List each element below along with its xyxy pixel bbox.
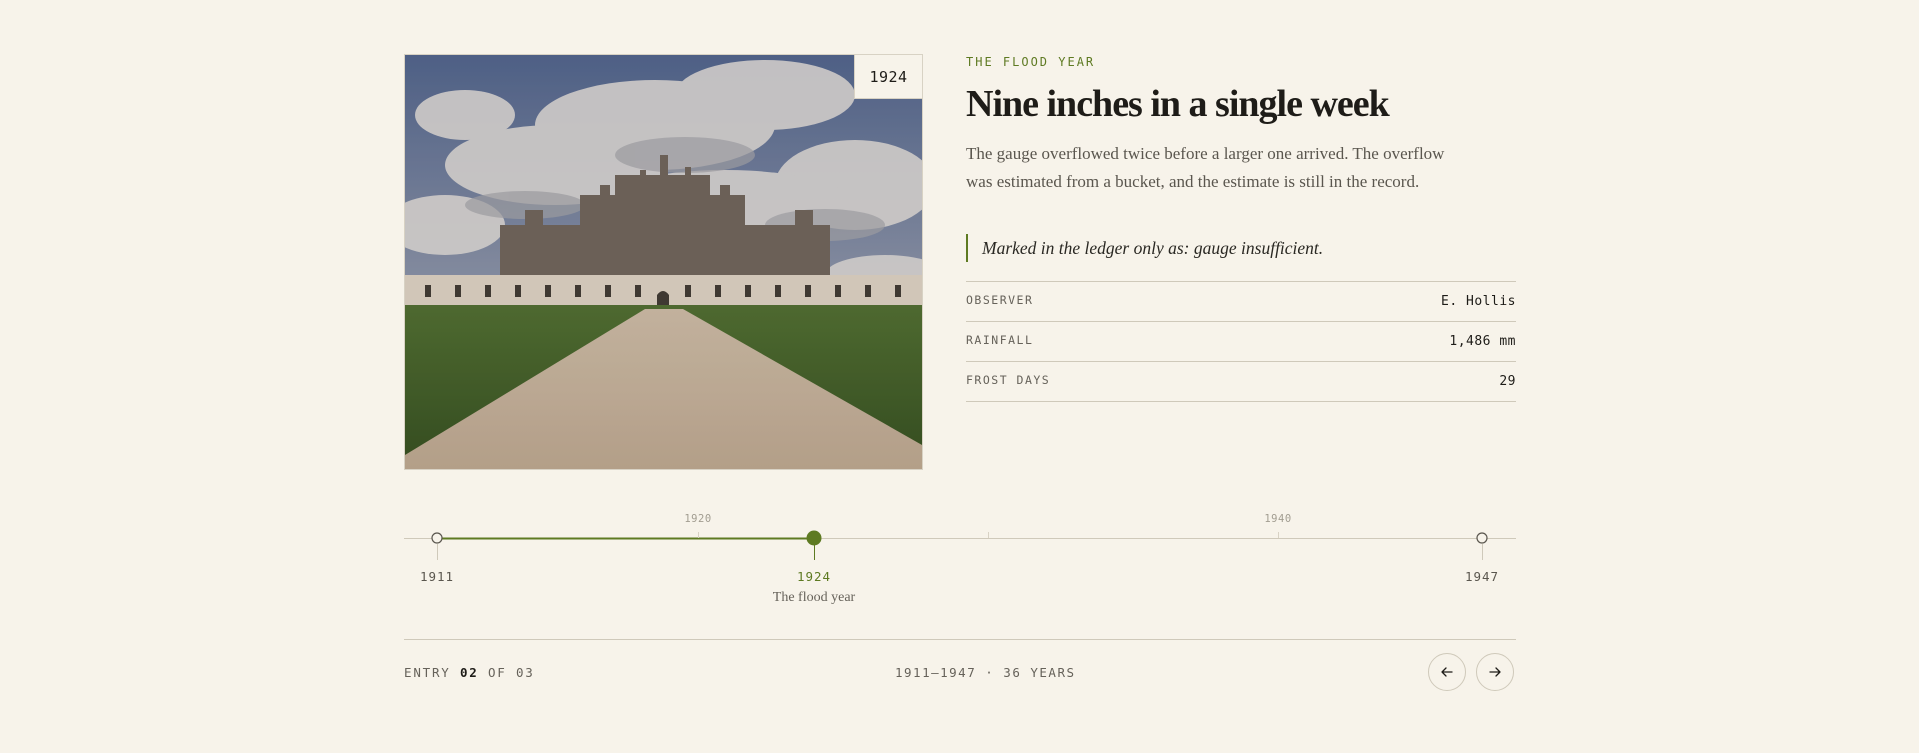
arrow-right-icon xyxy=(1489,667,1501,677)
timeline-track xyxy=(404,532,1516,560)
timeline-tick-label: 1940 xyxy=(1264,513,1292,525)
timeline-tick-label: 1920 xyxy=(684,513,712,525)
date-range: 1911–1947 · 36 YEARS xyxy=(895,665,1076,680)
entry-prefix: ENTRY xyxy=(404,665,451,680)
chateau-photo-image xyxy=(405,55,922,469)
timeline: 1920 1940 1911 1924 The flood year 1947 xyxy=(404,500,1516,610)
stat-row-observer: OBSERVER E. Hollis xyxy=(966,282,1516,322)
entry-kicker: THE FLOOD YEAR xyxy=(966,55,1096,69)
stat-row-rainfall: RAINFALL 1,486 mm xyxy=(966,322,1516,362)
previous-entry-button[interactable] xyxy=(1428,653,1466,691)
next-entry-button[interactable] xyxy=(1476,653,1514,691)
entry-total: 03 xyxy=(515,665,535,680)
entry-photo: 1924 xyxy=(404,54,923,470)
timeline-node-year-1947[interactable]: 1947 xyxy=(1465,569,1499,584)
timeline-node-year-1924[interactable]: 1924 xyxy=(797,569,831,584)
entry-current: 02 xyxy=(459,665,479,680)
stat-label: OBSERVER xyxy=(966,292,1034,307)
footer-divider xyxy=(404,639,1516,640)
timeline-node-caption: The flood year xyxy=(772,590,856,605)
stats-table: OBSERVER E. Hollis RAINFALL 1,486 mm FRO… xyxy=(966,281,1516,402)
entry-description: The gauge overflowed twice before a larg… xyxy=(966,144,1445,191)
stat-value: 1,486 mm xyxy=(1449,334,1516,349)
entry-counter: ENTRY 02 OF 03 xyxy=(404,665,535,680)
stat-value: 29 xyxy=(1499,374,1516,389)
entry-quote: Marked in the ledger only as: gauge insu… xyxy=(966,234,1323,262)
stat-row-frost-days: FROST DAYS 29 xyxy=(966,362,1516,402)
photo-year-tag: 1924 xyxy=(854,55,922,99)
stat-value: E. Hollis xyxy=(1441,294,1516,309)
timeline-node-year-1911[interactable]: 1911 xyxy=(420,569,454,584)
stat-label: FROST DAYS xyxy=(966,372,1051,387)
entry-title: Nine inches in a single week xyxy=(966,83,1390,125)
arrow-left-icon xyxy=(1441,667,1453,677)
entry-sep: OF xyxy=(487,665,507,680)
stat-label: RAINFALL xyxy=(966,332,1034,347)
